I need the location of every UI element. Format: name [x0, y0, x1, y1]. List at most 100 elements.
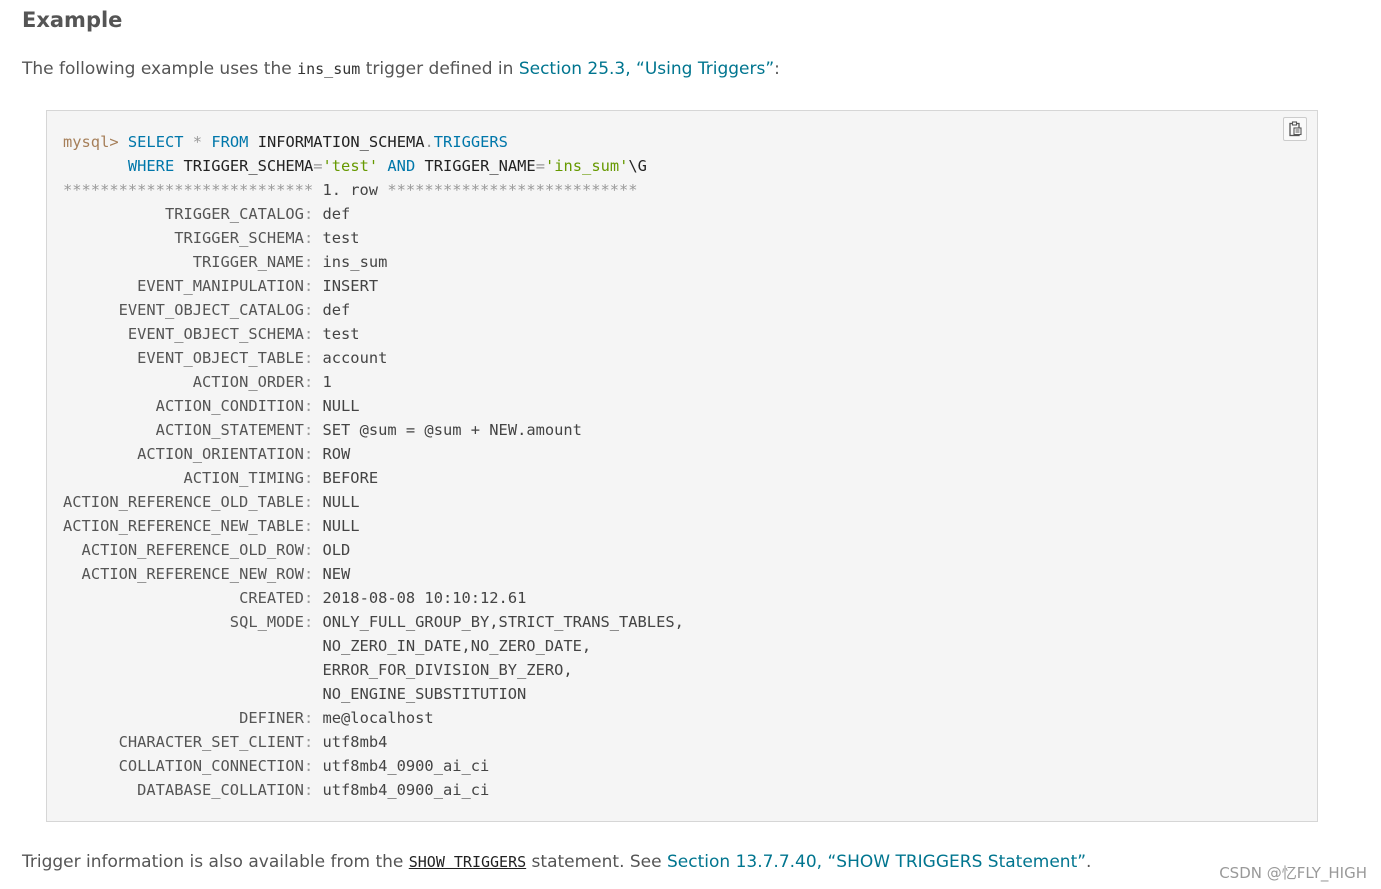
column-name: EVENT_OBJECT_SCHEMA: [127, 325, 304, 343]
row-header-label: 1. row: [322, 181, 379, 199]
outro-text-middle: statement. See: [526, 852, 668, 872]
using-triggers-link[interactable]: Section 25.3, “Using Triggers”: [519, 59, 774, 79]
result-row: ACTION_REFERENCE_OLD_TABLE: NULL: [63, 493, 360, 511]
result-row: SQL_MODE: ONLY_FULL_GROUP_BY,STRICT_TRAN…: [63, 613, 684, 703]
keyword-and: AND: [387, 157, 416, 175]
column-separator: :: [303, 205, 314, 223]
where-column-1: TRIGGER_SCHEMA: [183, 157, 314, 175]
code-block: mysql> SELECT * FROM INFORMATION_SCHEMA.…: [46, 110, 1318, 822]
intro-paragraph: The following example uses the ins_sum t…: [22, 56, 780, 82]
column-name: ACTION_ORDER: [192, 373, 304, 391]
result-row: ACTION_TIMING: BEFORE: [63, 469, 378, 487]
column-value: test: [322, 325, 360, 343]
column-value: 1: [322, 373, 332, 391]
result-row: EVENT_OBJECT_SCHEMA: test: [63, 325, 360, 343]
column-name: TRIGGER_NAME: [192, 253, 304, 271]
column-separator: :: [303, 757, 314, 775]
column-value: NULL: [322, 493, 360, 511]
column-separator: :: [303, 781, 314, 799]
result-row: ACTION_REFERENCE_NEW_TABLE: NULL: [63, 517, 360, 535]
column-name: ACTION_REFERENCE_OLD_ROW: [81, 541, 304, 559]
column-value: ONLY_FULL_GROUP_BY,STRICT_TRANS_TABLES, …: [322, 613, 684, 703]
column-name: ACTION_TIMING: [183, 469, 304, 487]
column-name: CHARACTER_SET_CLIENT: [118, 733, 304, 751]
column-name: ACTION_REFERENCE_NEW_TABLE: [63, 517, 304, 535]
column-name: ACTION_STATEMENT: [155, 421, 304, 439]
column-separator: :: [303, 397, 314, 415]
show-triggers-code-link[interactable]: SHOW TRIGGERS: [409, 852, 526, 872]
column-value: utf8mb4_0900_ai_ci: [322, 757, 490, 775]
result-row: ACTION_ORDER: 1: [63, 373, 332, 391]
column-separator: :: [303, 493, 314, 511]
mysql-prompt: mysql>: [63, 133, 119, 151]
where-value-1: 'test': [322, 157, 379, 175]
column-separator: :: [303, 589, 314, 607]
column-separator: :: [303, 517, 314, 535]
column-name: TRIGGER_CATALOG: [164, 205, 304, 223]
vertical-terminator: \G: [628, 157, 647, 175]
inline-code-trigger-name: ins_sum: [297, 60, 361, 78]
column-separator: :: [303, 565, 314, 583]
result-row: TRIGGER_SCHEMA: test: [63, 229, 360, 247]
column-name: ACTION_ORIENTATION: [137, 445, 304, 463]
result-row: EVENT_OBJECT_CATALOG: def: [63, 301, 351, 319]
outro-paragraph: Trigger information is also available fr…: [22, 849, 1091, 875]
table-name: TRIGGERS: [433, 133, 508, 151]
column-name: EVENT_OBJECT_CATALOG: [118, 301, 304, 319]
column-name: ACTION_CONDITION: [155, 397, 304, 415]
result-row: DEFINER: me@localhost: [63, 709, 434, 727]
intro-text-after: :: [774, 59, 780, 79]
clipboard-icon: [1289, 121, 1302, 137]
column-value: SET @sum = @sum + NEW.amount: [322, 421, 582, 439]
result-row: ACTION_ORIENTATION: ROW: [63, 445, 350, 463]
column-value: account: [322, 349, 388, 367]
where-column-2: TRIGGER_NAME: [424, 157, 536, 175]
result-row: EVENT_OBJECT_TABLE: account: [63, 349, 387, 367]
result-row: CREATED: 2018-08-08 10:10:12.61: [63, 589, 526, 607]
column-value: 2018-08-08 10:10:12.61: [322, 589, 527, 607]
column-value: utf8mb4_0900_ai_ci: [322, 781, 490, 799]
column-separator: :: [303, 373, 314, 391]
column-name: EVENT_OBJECT_TABLE: [137, 349, 304, 367]
column-separator: :: [303, 349, 314, 367]
result-row: ACTION_REFERENCE_OLD_ROW: OLD: [63, 541, 351, 559]
show-triggers-statement-link[interactable]: Section 13.7.7.40, “SHOW TRIGGERS Statem…: [667, 852, 1086, 872]
intro-text-middle: trigger defined in: [360, 59, 519, 79]
row-header-stars-right: ***************************: [387, 181, 638, 199]
column-value: def: [322, 205, 351, 223]
keyword-select: SELECT: [127, 133, 184, 151]
column-separator: :: [303, 613, 314, 631]
column-separator: :: [303, 253, 314, 271]
column-separator: :: [303, 229, 314, 247]
column-name: TRIGGER_SCHEMA: [174, 229, 304, 247]
csdn-watermark: CSDN @忆FLY_HIGH: [1219, 864, 1367, 882]
column-value: BEFORE: [322, 469, 379, 487]
result-row: DATABASE_COLLATION: utf8mb4_0900_ai_ci: [63, 781, 489, 799]
column-name: SQL_MODE: [229, 613, 304, 631]
result-row: ACTION_STATEMENT: SET @sum = @sum + NEW.…: [63, 421, 582, 439]
equals-1: =: [313, 157, 323, 175]
column-name: ACTION_REFERENCE_OLD_TABLE: [63, 493, 304, 511]
column-value: utf8mb4: [322, 733, 388, 751]
column-separator: :: [303, 469, 314, 487]
section-heading: Example: [22, 8, 123, 32]
where-value-2: 'ins_sum': [544, 157, 629, 175]
column-name: DEFINER: [239, 709, 304, 727]
inline-code-show-triggers: SHOW TRIGGERS: [408, 853, 527, 871]
schema-name: INFORMATION_SCHEMA: [257, 133, 425, 151]
column-value: ins_sum: [322, 253, 388, 271]
copy-button[interactable]: [1283, 117, 1307, 141]
dot-separator: .: [424, 133, 434, 151]
keyword-from: FROM: [211, 133, 249, 151]
column-separator: :: [303, 301, 314, 319]
column-name: DATABASE_COLLATION: [137, 781, 304, 799]
result-row: TRIGGER_NAME: ins_sum: [63, 253, 388, 271]
outro-text-after: .: [1086, 852, 1092, 872]
column-value: INSERT: [322, 277, 379, 295]
column-separator: :: [303, 541, 314, 559]
column-name: COLLATION_CONNECTION: [118, 757, 304, 775]
column-separator: :: [303, 709, 314, 727]
result-row: COLLATION_CONNECTION: utf8mb4_0900_ai_ci: [63, 757, 490, 775]
result-row: ACTION_REFERENCE_NEW_ROW: NEW: [63, 565, 351, 583]
column-value: test: [322, 229, 360, 247]
